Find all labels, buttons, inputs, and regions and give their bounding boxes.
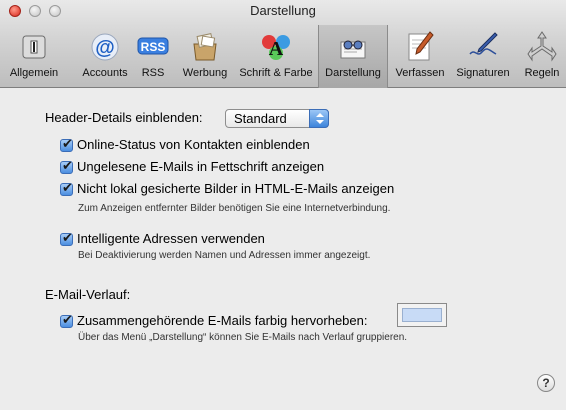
tab-label: Regeln [524, 67, 560, 79]
rss-icon: RSS [137, 37, 169, 55]
unread-bold-checkbox[interactable] [60, 159, 73, 174]
switch-icon [22, 35, 46, 59]
highlight-thread-checkbox[interactable] [60, 313, 73, 328]
smart-addresses-label: Intelligente Adressen verwenden [77, 231, 265, 246]
viewing-glasses-icon [340, 40, 366, 59]
thread-heading: E-Mail-Verlauf: [45, 287, 131, 302]
remote-images-hint: Zum Anzeigen entfernter Bilder benötigen… [78, 203, 391, 214]
remote-images-checkbox[interactable] [60, 181, 73, 196]
compose-pencil-icon [408, 31, 434, 61]
tab-verfassen[interactable]: Verfassen [394, 25, 446, 88]
online-status-label: Online-Status von Kontakten einblenden [77, 137, 310, 152]
toolbar: Darstellung Allgemein @ Accounts RSS RSS… [0, 0, 566, 88]
remote-images-label: Nicht lokal gesicherte Bilder in HTML-E-… [77, 181, 395, 196]
junk-mail-bin-icon [193, 33, 217, 61]
tab-darstellung[interactable]: Darstellung [318, 25, 388, 88]
help-button[interactable]: ? [537, 374, 555, 392]
preferences-window: Darstellung Allgemein @ Accounts RSS RSS… [0, 0, 566, 410]
tab-schrift-und-farbe[interactable]: A Schrift & Farbe [238, 25, 314, 88]
tab-regeln[interactable]: Regeln [520, 25, 564, 88]
rules-icon [527, 31, 557, 62]
svg-text:RSS: RSS [141, 40, 166, 54]
font-color-icon: A [262, 35, 290, 60]
tab-werbung[interactable]: Werbung [178, 25, 232, 88]
tab-signaturen[interactable]: Signaturen [452, 25, 514, 88]
window-title: Darstellung [250, 3, 316, 18]
thread-color-swatch [402, 308, 442, 322]
header-details-label: Header-Details einblenden: [45, 110, 203, 125]
highlight-thread-hint: Über das Menü „Darstellung“ können Sie E… [78, 332, 408, 343]
signature-pen-icon [469, 32, 498, 55]
tab-rss[interactable]: RSS RSS [136, 25, 170, 88]
smart-addresses-hint: Bei Deaktivierung werden Namen und Adres… [78, 250, 371, 261]
header-details-value: Standard [234, 111, 287, 126]
header-details-popup[interactable]: Standard [225, 109, 329, 128]
at-sign-icon: @ [91, 33, 119, 61]
highlight-thread-label: Zusammengehörende E-Mails farbig hervorh… [77, 313, 368, 328]
tab-accounts[interactable]: @ Accounts [79, 25, 131, 88]
toolbar-items: Allgemein @ Accounts RSS RSS Werbung A S… [0, 25, 566, 88]
smart-addresses-checkbox[interactable] [60, 231, 73, 246]
svg-text:@: @ [95, 37, 115, 59]
svg-text:A: A [269, 38, 284, 60]
tab-label: Allgemein [9, 67, 59, 79]
popup-arrows-icon [309, 109, 329, 128]
thread-color-well[interactable] [397, 303, 447, 327]
online-status-checkbox[interactable] [60, 137, 73, 152]
unread-bold-label: Ungelesene E-Mails in Fettschrift anzeig… [77, 159, 325, 174]
tab-allgemein[interactable]: Allgemein [2, 25, 66, 88]
